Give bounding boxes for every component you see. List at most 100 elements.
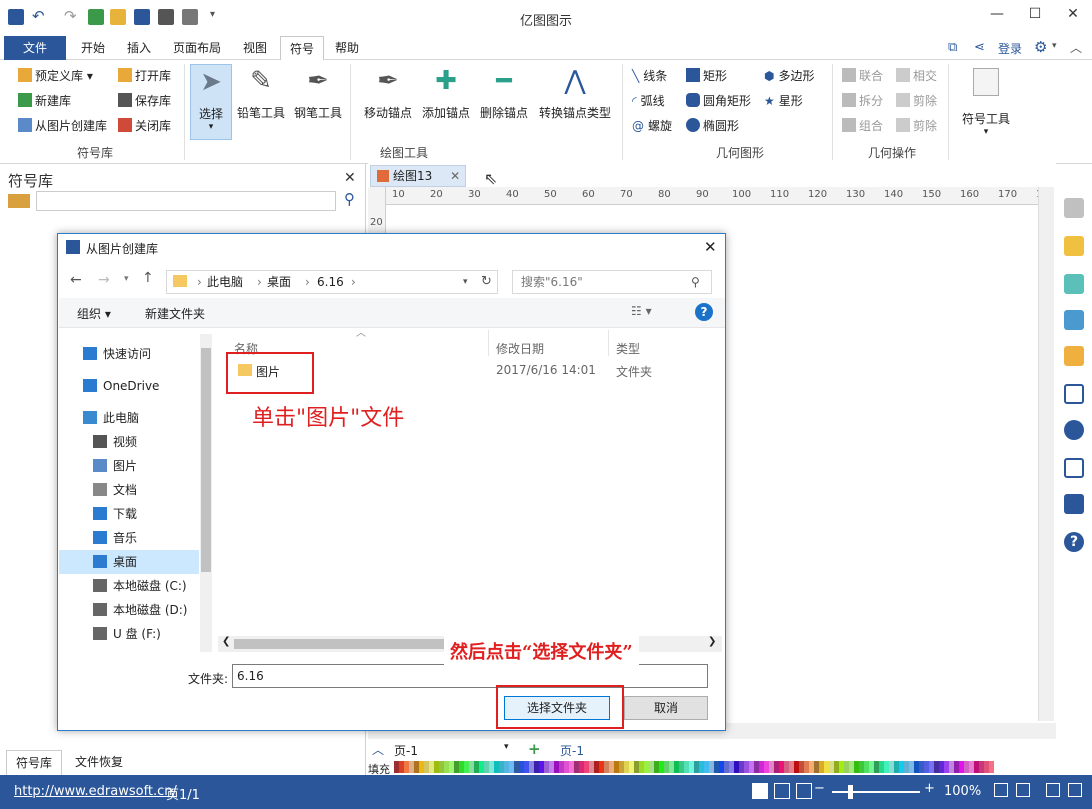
arc-shape-button[interactable]: ◜ 弧线 [632, 91, 665, 111]
refresh-icon[interactable]: ↻ [481, 271, 492, 293]
new-folder-button[interactable]: 新建文件夹 [145, 305, 205, 322]
forward-arrow-icon[interactable]: → [98, 272, 110, 288]
attachment-icon[interactable] [1064, 458, 1084, 478]
fill-bucket-icon[interactable] [1064, 198, 1084, 218]
symbol-tool-button[interactable]: 符号工具 ▾ [956, 68, 1016, 137]
nav-scrollbar-thumb[interactable] [201, 348, 211, 572]
star-shape-button[interactable]: ★ 星形 [764, 91, 803, 111]
nav-item[interactable]: 下载 [59, 502, 199, 526]
view-options-icon[interactable]: ☷ ▾ [631, 304, 652, 318]
delete-anchor-button[interactable]: ━ 删除锚点 [478, 66, 530, 121]
pen-tool-button[interactable]: ✒ 钢笔工具 [292, 66, 344, 121]
page-view-icon[interactable] [774, 783, 790, 799]
color-swatches[interactable] [394, 761, 1014, 773]
page-tab[interactable]: 页-1 [560, 742, 584, 759]
nav-item[interactable]: 此电脑 [59, 406, 199, 430]
open-library-button[interactable]: 打开库 [118, 66, 171, 86]
chevron-down-icon[interactable]: ▾ [504, 742, 509, 752]
zoom-slider-thumb[interactable] [848, 785, 853, 799]
color-swatch[interactable] [989, 761, 994, 773]
cancel-button[interactable]: 取消 [624, 696, 708, 720]
select-tool-button[interactable]: ➤ 选择 ▾ [190, 64, 232, 140]
move-anchor-button[interactable]: ✒ 移动锚点 [362, 66, 414, 121]
breadcrumb-folder[interactable]: 6.16 [317, 271, 344, 293]
pencil-tool-button[interactable]: ✎ 铅笔工具 [236, 66, 286, 121]
intersect-button[interactable]: 相交 [896, 66, 937, 86]
breadcrumb-desktop[interactable]: 桌面 [267, 271, 291, 293]
tab-home[interactable]: 开始 [72, 36, 114, 60]
doc-tab[interactable]: 绘图13 ✕ [370, 165, 466, 187]
tab-symbols[interactable]: 符号 [280, 36, 324, 61]
chevron-down-icon[interactable]: ▾ [1052, 41, 1057, 51]
nav-item[interactable]: 本地磁盘 (C:) [59, 574, 199, 598]
rounded-rect-shape-button[interactable]: 圆角矩形 [686, 91, 751, 111]
image-icon[interactable] [1064, 310, 1084, 330]
back-arrow-icon[interactable]: ← [70, 272, 82, 288]
tab-help[interactable]: 帮助 [326, 36, 368, 60]
layers-icon[interactable] [1064, 346, 1084, 366]
address-dropdown-icon[interactable]: ▾ [463, 271, 468, 293]
scroll-left-icon[interactable]: ❮ [222, 636, 230, 647]
help-icon[interactable]: ? [1064, 532, 1084, 552]
split-button[interactable]: 拆分 [842, 91, 883, 111]
save-library-button[interactable]: 保存库 [118, 91, 171, 111]
maximize-button[interactable]: ☐ [1020, 6, 1050, 26]
comment-icon[interactable] [1064, 494, 1084, 514]
line-shape-button[interactable]: ╲ 线条 [632, 66, 667, 86]
nav-item[interactable]: OneDrive [59, 374, 199, 398]
full-screen-icon[interactable] [1046, 783, 1060, 797]
breadcrumb-computer[interactable]: 此电脑 [207, 271, 243, 293]
subtract-button[interactable]: 剪除 [896, 91, 937, 111]
fit-page-icon[interactable] [994, 783, 1008, 797]
tab-file[interactable]: 文件 [4, 36, 66, 60]
predefined-library-button[interactable]: 预定义库 ▾ [18, 66, 93, 86]
search-icon[interactable]: ⚲ [344, 190, 355, 208]
rectangle-shape-button[interactable]: 矩形 [686, 66, 727, 86]
dialog-close-icon[interactable]: ✕ [704, 238, 717, 256]
close-library-button[interactable]: 关闭库 [118, 116, 171, 136]
nav-item[interactable]: U 盘 (F:) [59, 622, 199, 646]
grid-view-icon[interactable] [1068, 783, 1082, 797]
tab-symbol-library[interactable]: 符号库 [6, 750, 62, 776]
union-button[interactable]: 联合 [842, 66, 883, 86]
nav-item[interactable]: 本地磁盘 (D:) [59, 598, 199, 622]
add-page-icon[interactable]: + [528, 740, 541, 758]
close-button[interactable]: ✕ [1058, 6, 1088, 26]
tab-file-recovery[interactable]: 文件恢复 [66, 750, 132, 776]
share-icon[interactable]: ⋖ [974, 40, 985, 55]
zoom-slider[interactable] [832, 791, 920, 793]
up-arrow-icon[interactable]: ↑ [142, 270, 154, 286]
page-selector[interactable]: 页-1 [394, 742, 418, 759]
zoom-level[interactable]: 100% [944, 784, 981, 799]
scroll-right-icon[interactable]: ❯ [708, 636, 716, 647]
folder-name-input[interactable]: 6.16 [232, 664, 708, 688]
nav-item[interactable]: 文档 [59, 478, 199, 502]
add-anchor-button[interactable]: ✚ 添加锚点 [420, 66, 472, 121]
create-from-image-button[interactable]: 从图片创建库 [18, 116, 107, 136]
nav-item[interactable]: 快速访问 [59, 342, 199, 366]
page-document-icon[interactable] [1064, 384, 1084, 404]
new-library-button[interactable]: 新建库 [18, 91, 71, 111]
settings-gear-icon[interactable]: ⚙ [1034, 38, 1047, 56]
organize-menu[interactable]: 组织 ▾ [77, 305, 111, 322]
address-bar[interactable]: › 此电脑 › 桌面 › 6.16 › ▾ ↻ [166, 270, 498, 294]
login-link[interactable]: 登录 [998, 40, 1022, 57]
zoom-out-icon[interactable]: − [814, 781, 825, 796]
nav-item[interactable]: 图片 [59, 454, 199, 478]
chevron-up-icon[interactable]: ︿ [372, 741, 384, 758]
help-icon[interactable]: ? [695, 303, 713, 321]
website-link[interactable]: http://www.edrawsoft.cn/ [14, 784, 177, 799]
nav-scrollbar[interactable] [200, 334, 212, 652]
presentation-view-icon[interactable] [796, 783, 812, 799]
convert-anchor-button[interactable]: ⋀ 转换锚点类型 [536, 66, 614, 121]
tab-insert[interactable]: 插入 [118, 36, 160, 60]
horizontal-scrollbar-thumb[interactable] [234, 639, 464, 649]
fit-width-icon[interactable] [1016, 783, 1030, 797]
vertical-scrollbar[interactable] [1038, 187, 1054, 721]
close-tab-icon[interactable]: ✕ [450, 169, 460, 183]
tab-view[interactable]: 视图 [234, 36, 276, 60]
nav-item[interactable]: 音乐 [59, 526, 199, 550]
share-screen-icon[interactable]: ⧉ [948, 40, 957, 55]
library-search-input[interactable] [36, 191, 336, 211]
hyperlink-globe-icon[interactable] [1064, 420, 1084, 440]
